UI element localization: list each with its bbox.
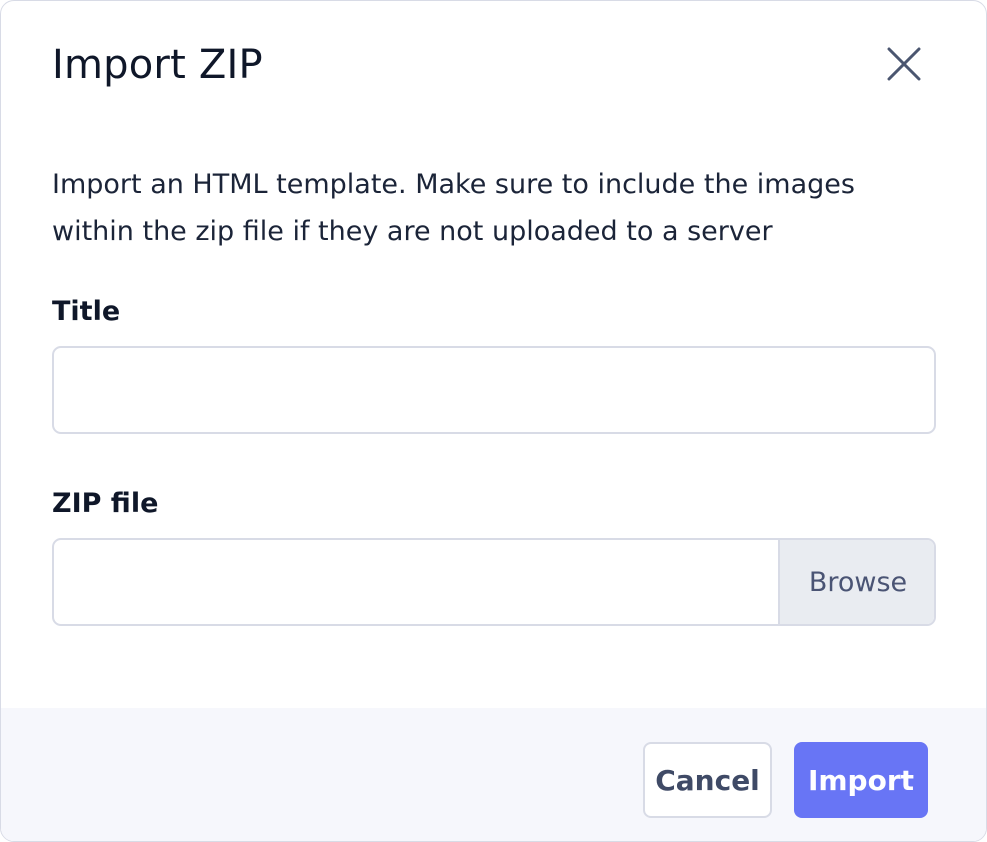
browse-button[interactable]: Browse <box>778 540 934 624</box>
title-input[interactable] <box>54 348 934 432</box>
zip-file-label: ZIP file <box>52 488 159 519</box>
import-zip-dialog: Import ZIP Import an HTML template. Make… <box>0 0 987 842</box>
dialog-footer: Cancel Import <box>1 708 986 841</box>
close-button[interactable] <box>881 41 927 87</box>
close-icon <box>887 47 921 81</box>
dialog-title: Import ZIP <box>52 42 263 88</box>
import-button[interactable]: Import <box>794 742 928 818</box>
cancel-button[interactable]: Cancel <box>643 742 772 818</box>
title-input-wrapper <box>52 346 936 434</box>
dialog-description: Import an HTML template. Make sure to in… <box>52 169 855 247</box>
title-label: Title <box>52 296 121 327</box>
zip-file-input[interactable] <box>54 540 778 624</box>
zip-file-input-group: Browse <box>52 538 936 626</box>
